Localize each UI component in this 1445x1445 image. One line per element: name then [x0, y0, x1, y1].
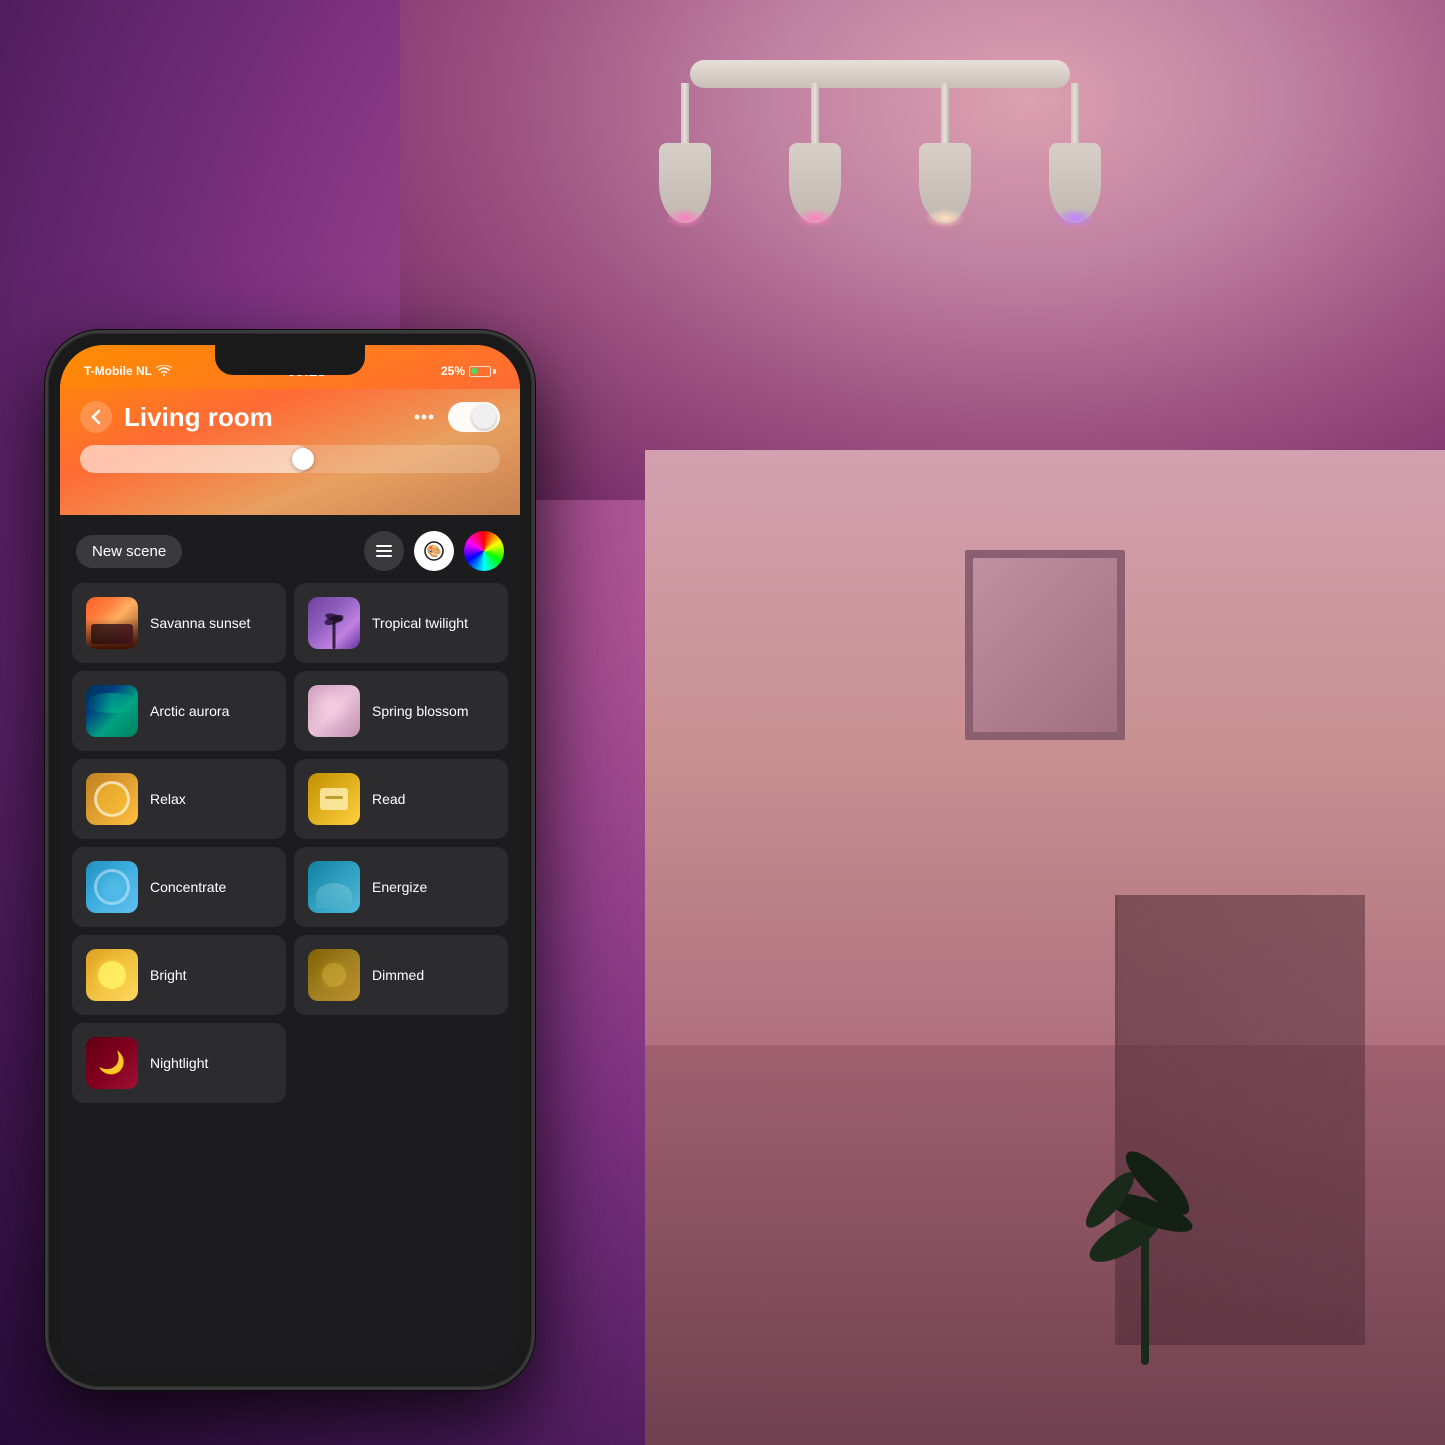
app-content: New scene 🎨: [60, 515, 520, 1375]
power-toggle[interactable]: [448, 402, 500, 432]
scene-grid: Savanna sunset Tropical twilight: [60, 583, 520, 1103]
scene-item-spring-blossom[interactable]: Spring blossom: [294, 671, 508, 751]
scene-label-dimmed: Dimmed: [372, 967, 424, 983]
power-button: [533, 533, 535, 603]
scene-item-dimmed[interactable]: Dimmed: [294, 935, 508, 1015]
arm-glow: [665, 208, 705, 228]
arm-head: [659, 143, 711, 223]
toggle-knob: [472, 405, 496, 429]
arm-stem: [811, 83, 819, 143]
new-scene-button[interactable]: New scene: [76, 535, 182, 568]
fixture-arms: [620, 83, 1140, 223]
hue-wheel-button[interactable]: [464, 531, 504, 571]
scene-thumb-nightlight: 🌙: [86, 1037, 138, 1089]
arm-head: [919, 143, 971, 223]
scene-item-relax[interactable]: Relax: [72, 759, 286, 839]
scene-label-read: Read: [372, 791, 405, 807]
arm-glow: [1055, 208, 1095, 228]
list-view-button[interactable]: [364, 531, 404, 571]
palette-view-button[interactable]: 🎨: [414, 531, 454, 571]
scene-label-energize: Energize: [372, 879, 427, 895]
scene-label-spring: Spring blossom: [372, 703, 469, 719]
list-line-1: [376, 545, 392, 547]
scene-item-concentrate[interactable]: Concentrate: [72, 847, 286, 927]
scene-thumb-bright: [86, 949, 138, 1001]
arm-stem: [1071, 83, 1079, 143]
battery-fill: [472, 368, 477, 374]
scene-thumb-savanna: [86, 597, 138, 649]
toolbar: New scene 🎨: [60, 515, 520, 583]
phone: T-Mobile NL 09:23 25%: [45, 330, 535, 1390]
plant: [1045, 1085, 1245, 1365]
scene-item-savanna-sunset[interactable]: Savanna sunset: [72, 583, 286, 663]
arm-head: [789, 143, 841, 223]
fixture-arm-4: [1049, 83, 1101, 223]
scene-label-bright: Bright: [150, 967, 187, 983]
status-left: T-Mobile NL: [84, 364, 172, 378]
arm-stem: [941, 83, 949, 143]
scene-thumb-relax: [86, 773, 138, 825]
scene-label-arctic: Arctic aurora: [150, 703, 229, 719]
scene-thumb-spring: [308, 685, 360, 737]
arm-glow: [795, 208, 835, 228]
brightness-slider[interactable]: [80, 445, 500, 473]
list-line-3: [376, 555, 392, 557]
phone-shell: T-Mobile NL 09:23 25%: [45, 330, 535, 1390]
phone-screen: T-Mobile NL 09:23 25%: [60, 345, 520, 1375]
scene-item-tropical-twilight[interactable]: Tropical twilight: [294, 583, 508, 663]
list-line-2: [376, 550, 392, 552]
slider-fill: [80, 445, 311, 473]
scene-thumb-arctic: [86, 685, 138, 737]
scene-item-bright[interactable]: Bright: [72, 935, 286, 1015]
carrier-label: T-Mobile NL: [84, 364, 152, 378]
svg-text:🎨: 🎨: [427, 543, 442, 558]
scene-item-read[interactable]: Read: [294, 759, 508, 839]
slider-knob: [292, 448, 314, 470]
header-content: Living room: [60, 389, 520, 473]
dim-sun-icon: [322, 963, 346, 987]
room-title: Living room: [124, 402, 408, 433]
sun-icon: [98, 961, 126, 989]
fixture-arm-1: [659, 83, 711, 223]
picture-frame: [965, 550, 1125, 740]
fixture-arm-3: [919, 83, 971, 223]
scene-item-energize[interactable]: Energize: [294, 847, 508, 927]
arm-head: [1049, 143, 1101, 223]
back-button[interactable]: [80, 401, 112, 433]
scene-thumb-dimmed: [308, 949, 360, 1001]
moon-icon: 🌙: [98, 1050, 125, 1076]
scene-thumb-read: [308, 773, 360, 825]
status-right: 25%: [441, 364, 496, 378]
battery-icon: [469, 366, 496, 377]
list-icon: [376, 545, 392, 557]
wifi-icon: [156, 365, 172, 377]
scene-label-savanna: Savanna sunset: [150, 615, 250, 631]
vol-up-button: [45, 493, 47, 538]
back-icon: [91, 409, 101, 425]
scene-label-nightlight: Nightlight: [150, 1055, 208, 1071]
vol-down-button: [45, 553, 47, 598]
more-icon: [414, 414, 434, 420]
battery-body: [469, 366, 491, 377]
scene-thumb-energize: [308, 861, 360, 913]
scene-label-tropical: Tropical twilight: [372, 615, 468, 631]
fixture-arm-2: [789, 83, 841, 223]
scene-thumb-concentrate: [86, 861, 138, 913]
scene-label-relax: Relax: [150, 791, 186, 807]
ceiling-light-fixture: [620, 60, 1140, 223]
scene-label-concentrate: Concentrate: [150, 879, 226, 895]
more-button[interactable]: [408, 401, 440, 433]
header-row: Living room: [80, 401, 500, 433]
scene-item-arctic-aurora[interactable]: Arctic aurora: [72, 671, 286, 751]
arm-stem: [681, 83, 689, 143]
scene-thumb-tropical: [308, 597, 360, 649]
scene-item-nightlight[interactable]: 🌙 Nightlight: [72, 1023, 286, 1103]
palette-icon: 🎨: [424, 541, 444, 561]
battery-tip: [493, 369, 496, 374]
battery-percent: 25%: [441, 364, 465, 378]
notch: [215, 345, 365, 375]
arm-glow: [925, 208, 965, 228]
